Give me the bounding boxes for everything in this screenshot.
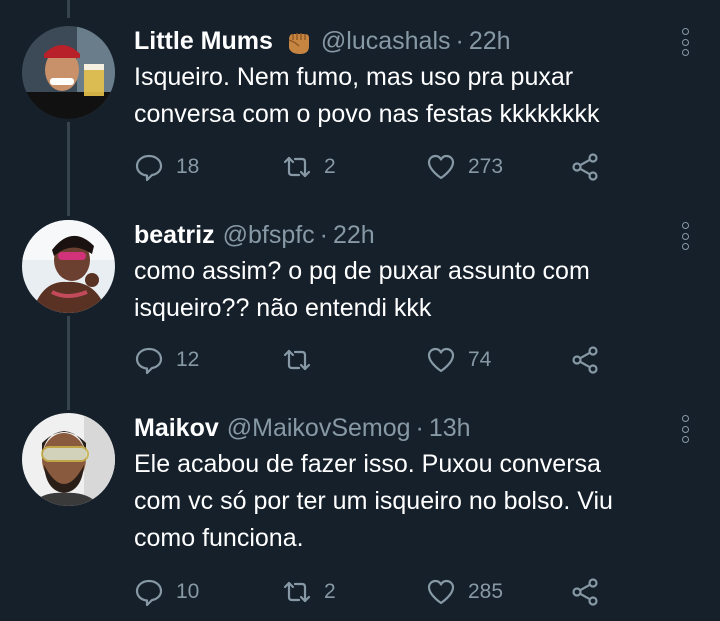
heart-icon bbox=[427, 154, 455, 180]
tweet-actions: 10 2 285 bbox=[134, 577, 614, 607]
share-button[interactable] bbox=[570, 152, 600, 182]
display-name[interactable]: beatriz bbox=[134, 220, 215, 250]
avatar[interactable] bbox=[22, 220, 115, 313]
display-name[interactable]: Maikov bbox=[134, 413, 219, 443]
heart-icon bbox=[427, 579, 455, 605]
timestamp[interactable]: 22h bbox=[469, 26, 511, 56]
display-name[interactable]: Little Mums bbox=[134, 26, 273, 56]
tweet-text: como assim? o pq de puxar assunto com is… bbox=[134, 253, 704, 327]
tweet-header: Maikov @MaikovSemog · 13h bbox=[134, 413, 471, 443]
tweet-text: Isqueiro. Nem fumo, mas uso pra puxar co… bbox=[134, 59, 704, 133]
like-button[interactable]: 285 bbox=[426, 577, 503, 607]
retweet-count: 2 bbox=[324, 155, 336, 178]
thread-line bbox=[67, 0, 70, 18]
retweet-icon bbox=[283, 349, 311, 371]
tweet-text-line: como assim? o pq de puxar assunto com bbox=[134, 257, 590, 285]
user-handle[interactable]: @MaikovSemog bbox=[227, 413, 411, 443]
raised-fist-emoji-icon bbox=[283, 26, 313, 56]
separator: · bbox=[319, 221, 328, 249]
retweet-icon bbox=[283, 156, 311, 178]
tweet-text-line: isqueiro?? não entendi kkk bbox=[134, 294, 432, 322]
reply-button[interactable]: 12 bbox=[134, 345, 199, 375]
tweet-header: Little Mums @lucashals · 22h bbox=[134, 26, 511, 56]
reply-button[interactable]: 10 bbox=[134, 577, 199, 607]
reply-icon bbox=[135, 154, 163, 182]
thread-line bbox=[67, 316, 70, 410]
reply-count: 18 bbox=[176, 155, 200, 178]
reply-icon bbox=[135, 579, 163, 607]
tweet-text-line: conversa com o povo nas festas kkkkkkkk bbox=[134, 100, 600, 128]
share-icon bbox=[572, 153, 598, 181]
reply-icon bbox=[135, 347, 163, 375]
separator: · bbox=[415, 414, 424, 442]
share-icon bbox=[572, 578, 598, 606]
retweet-button[interactable]: 2 bbox=[282, 152, 336, 182]
separator: · bbox=[455, 27, 464, 55]
reply-button[interactable]: 18 bbox=[134, 152, 199, 182]
like-count: 74 bbox=[468, 348, 492, 371]
tweet-actions: 18 2 273 bbox=[134, 152, 614, 182]
tweet-text-line: Isqueiro. Nem fumo, mas uso pra puxar bbox=[134, 63, 574, 91]
share-button[interactable] bbox=[570, 345, 600, 375]
more-options-icon[interactable] bbox=[674, 28, 696, 56]
retweet-button[interactable] bbox=[282, 345, 324, 375]
share-button[interactable] bbox=[570, 577, 600, 607]
more-options-icon[interactable] bbox=[674, 222, 696, 250]
like-count: 285 bbox=[468, 580, 504, 603]
tweet-text-line: com vc só por ter um isqueiro no bolso. … bbox=[134, 487, 613, 515]
reply-count: 12 bbox=[176, 348, 200, 371]
retweet-icon bbox=[283, 581, 311, 603]
thread-line bbox=[67, 122, 70, 216]
like-button[interactable]: 273 bbox=[426, 152, 503, 182]
timestamp[interactable]: 22h bbox=[333, 220, 375, 250]
user-handle[interactable]: @lucashals bbox=[321, 26, 451, 56]
more-options-icon[interactable] bbox=[674, 415, 696, 443]
retweet-count: 2 bbox=[324, 580, 336, 603]
user-handle[interactable]: @bfspfc bbox=[223, 220, 315, 250]
avatar[interactable] bbox=[22, 413, 115, 506]
like-count: 273 bbox=[468, 155, 504, 178]
tweet-actions: 12 74 bbox=[134, 345, 614, 375]
timestamp[interactable]: 13h bbox=[429, 413, 471, 443]
heart-icon bbox=[427, 347, 455, 373]
like-button[interactable]: 74 bbox=[426, 345, 491, 375]
reply-count: 10 bbox=[176, 580, 200, 603]
tweet-header: beatriz @bfspfc · 22h bbox=[134, 220, 375, 250]
retweet-button[interactable]: 2 bbox=[282, 577, 336, 607]
tweet-text: Ele acabou de fazer isso. Puxou conversa… bbox=[134, 446, 704, 557]
tweet-text-line: Ele acabou de fazer isso. Puxou conversa bbox=[134, 450, 601, 478]
avatar[interactable] bbox=[22, 26, 115, 119]
tweet-text-line: como funciona. bbox=[134, 524, 304, 552]
share-icon bbox=[572, 346, 598, 374]
